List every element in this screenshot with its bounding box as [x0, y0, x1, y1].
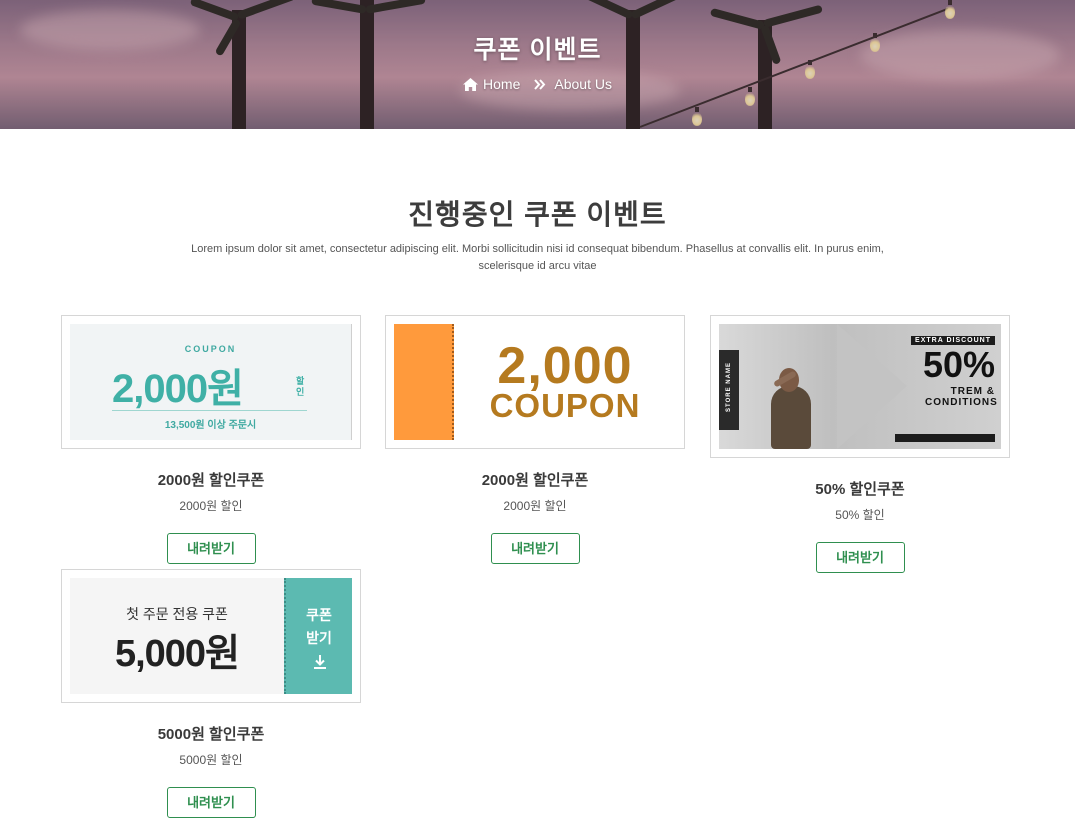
download-coupon-button[interactable]: 내려받기: [166, 787, 256, 818]
breadcrumb: Home About Us: [0, 76, 1075, 92]
download-coupon-button[interactable]: 내려받기: [166, 533, 256, 564]
coupon-image: 2,000 COUPON: [394, 324, 676, 440]
coupon-image-frame[interactable]: 2,000 COUPON: [385, 315, 685, 449]
coupon-card: 첫 주문 전용 쿠폰 5,000원 쿠폰 받기 5000원 할인쿠폰 5000원…: [61, 569, 361, 818]
coupon-name: 5000원 할인쿠폰: [157, 726, 265, 743]
coupon-card: COUPON 2,000원 할인 13,500원 이상 주문시 2000원 할인…: [61, 315, 361, 564]
coupon-image-amount: 2,000원: [112, 367, 244, 411]
coupon-image: STORE NAME EXTRA DISCOUNT 50% TREM & CON…: [719, 324, 1001, 449]
download-coupon-button[interactable]: 내려받기: [815, 542, 905, 573]
breadcrumb-home-link[interactable]: Home: [463, 76, 520, 92]
coupon-discount: 2000원 할인: [179, 499, 243, 513]
coupon-receive-label: 쿠폰 받기: [306, 607, 332, 646]
coupon-discount: 50% 할인: [835, 508, 885, 522]
coupon-image-amount: 5,000원: [114, 633, 240, 675]
home-icon: [463, 77, 479, 91]
coupon-discount: 5000원 할인: [179, 753, 243, 767]
hero-banner: 쿠폰 이벤트 Home About Us: [0, 0, 1075, 129]
breadcrumb-current[interactable]: About Us: [554, 76, 612, 92]
triangle-decoration: [837, 324, 907, 449]
coupon-image-frame[interactable]: 첫 주문 전용 쿠폰 5,000원 쿠폰 받기: [61, 569, 361, 703]
coupon-image-frame[interactable]: COUPON 2,000원 할인 13,500원 이상 주문시: [61, 315, 361, 449]
coupon-receive-tab: 쿠폰 받기: [284, 578, 352, 694]
model-photo: [771, 386, 811, 449]
coupon-image-terms: TREM & CONDITIONS: [925, 386, 998, 408]
coupon-image: 첫 주문 전용 쿠폰 5,000원 쿠폰 받기: [70, 578, 352, 694]
section-title: 진행중인 쿠폰 이벤트: [408, 199, 667, 230]
coupon-name: 50% 할인쿠폰: [815, 481, 905, 498]
coupon-name: 2000원 할인쿠폰: [157, 472, 265, 489]
coupon-card: 2,000 COUPON 2000원 할인쿠폰 2000원 할인 내려받기: [385, 315, 685, 564]
coupon-image-frame[interactable]: STORE NAME EXTRA DISCOUNT 50% TREM & CON…: [710, 315, 1010, 458]
coupon-card: STORE NAME EXTRA DISCOUNT 50% TREM & CON…: [710, 315, 1010, 573]
coupon-image-label: COUPON: [184, 344, 237, 354]
coupon-image-divider: [112, 410, 307, 411]
double-chevron-right-icon: [534, 78, 546, 90]
coupon-image-store: STORE NAME: [726, 362, 732, 412]
breadcrumb-home-label: Home: [483, 76, 521, 92]
coupon-image-word: COUPON: [489, 387, 641, 424]
coupon-stub: [394, 324, 454, 440]
coupon-name: 2000원 할인쿠폰: [481, 472, 589, 489]
coupon-image-percent: 50%: [922, 344, 995, 385]
section-description: Lorem ipsum dolor sit amet, consectetur …: [191, 243, 884, 272]
coupon-image-line1: 첫 주문 전용 쿠폰: [126, 606, 228, 622]
coupon-image-condition: 13,500원 이상 주문시: [164, 420, 257, 431]
coupon-discount: 2000원 할인: [503, 499, 567, 513]
coupon-image-footer-bar: [895, 434, 995, 442]
page-title: 쿠폰 이벤트: [473, 36, 602, 64]
coupon-image-halin: 할인: [296, 376, 305, 397]
download-coupon-button[interactable]: 내려받기: [490, 533, 580, 564]
coupon-image: COUPON 2,000원 할인 13,500원 이상 주문시: [70, 324, 352, 440]
